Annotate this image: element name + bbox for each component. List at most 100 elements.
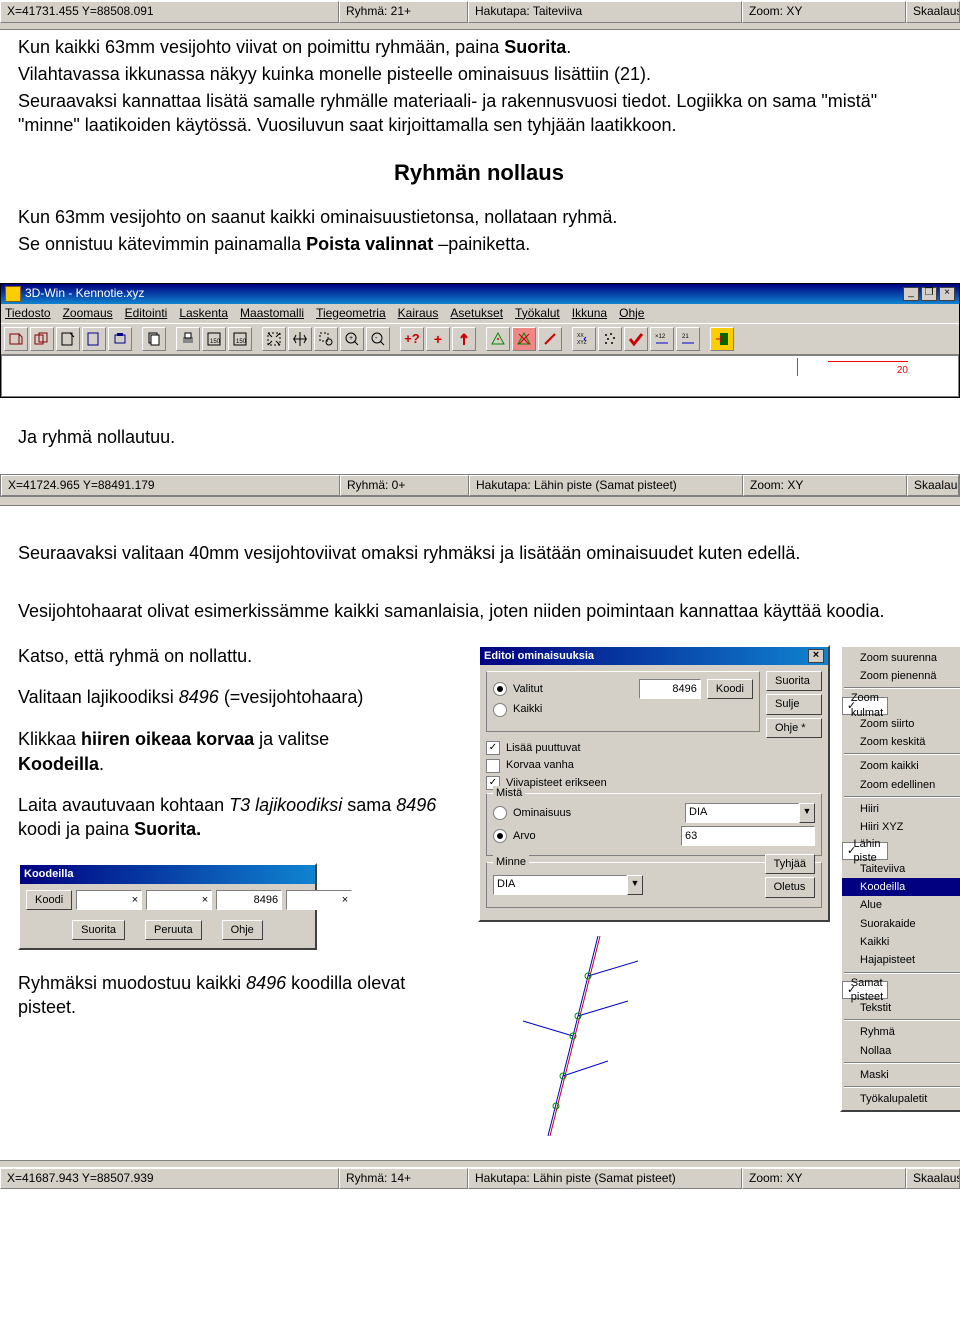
- tool-zoomin[interactable]: +: [340, 327, 364, 351]
- menu-zoomaus[interactable]: Zoomaus: [63, 306, 113, 322]
- menu-tiegeometria[interactable]: Tiegeometria: [316, 306, 386, 322]
- menu-item[interactable]: Lähin piste: [842, 842, 888, 860]
- ohje-button[interactable]: Ohje *: [766, 718, 822, 738]
- tool-pan[interactable]: [288, 327, 312, 351]
- menu-tiedosto[interactable]: Tiedosto: [5, 306, 51, 322]
- menu-item[interactable]: Koodeilla: [842, 878, 960, 896]
- tool-zoomwin[interactable]: [314, 327, 338, 351]
- suorita-button[interactable]: Suorita: [766, 671, 822, 691]
- canvas-area[interactable]: 20: [1, 355, 959, 397]
- para-5: Se onnistuu kätevimmin painamalla Poista…: [18, 233, 940, 256]
- menu-editointi[interactable]: Editointi: [125, 306, 168, 322]
- tool-1[interactable]: [4, 327, 28, 351]
- tool-21[interactable]: 21: [676, 327, 700, 351]
- dlg-close-icon[interactable]: ×: [808, 649, 824, 663]
- menu-item[interactable]: Zoom edellinen: [842, 776, 960, 794]
- menu-item[interactable]: Hajapisteet: [842, 951, 960, 969]
- menu-item[interactable]: Hiiri: [842, 800, 960, 818]
- menu-item[interactable]: Suorakaide: [842, 915, 960, 933]
- menu-item[interactable]: Zoom suurenna: [842, 649, 960, 667]
- heading-ryhman-nollaus: Ryhmän nollaus: [18, 159, 940, 188]
- tool-triangle-x[interactable]: [512, 327, 536, 351]
- window-3dwin: 3D-Win - Kennotie.xyz _ ❐ × Tiedosto Zoo…: [0, 283, 960, 399]
- maximize-button[interactable]: ❐: [921, 287, 937, 301]
- minne-combo[interactable]: DIA: [493, 875, 627, 895]
- oletus-button[interactable]: Oletus: [765, 877, 815, 897]
- menu-laskenta[interactable]: Laskenta: [179, 306, 228, 322]
- tool-plus[interactable]: +: [426, 327, 450, 351]
- sulje-button[interactable]: Sulje: [766, 694, 822, 714]
- tool-plusq[interactable]: +?: [400, 327, 424, 351]
- minimize-button[interactable]: _: [903, 287, 919, 301]
- tool-copy[interactable]: [142, 327, 166, 351]
- radio-ominaisuus[interactable]: [493, 806, 507, 820]
- status-zoom-3: Zoom: XY: [742, 1168, 906, 1190]
- tyhjaa-button[interactable]: Tyhjää: [765, 854, 815, 874]
- koodi-label-button[interactable]: Koodi: [26, 890, 72, 910]
- koodi-field-4[interactable]: [286, 890, 352, 910]
- menu-item[interactable]: Zoom keskitä: [842, 733, 960, 751]
- status-haku: Hakutapa: Taiteviiva: [468, 1, 742, 23]
- tool-arrow-red[interactable]: [452, 327, 476, 351]
- status-bar-2: X=41724.965 Y=88491.179 Ryhmä: 0+ Hakuta…: [0, 474, 960, 498]
- tool-2[interactable]: [30, 327, 54, 351]
- tool-3[interactable]: [56, 327, 80, 351]
- koodeilla-peruuta-button[interactable]: Peruuta: [145, 920, 202, 940]
- arvo-field[interactable]: [681, 826, 815, 846]
- koodi-field-1[interactable]: [76, 890, 142, 910]
- valitut-count-field[interactable]: [639, 679, 701, 699]
- tool-exit[interactable]: [710, 327, 734, 351]
- menu-item[interactable]: Ryhmä: [842, 1023, 960, 1041]
- tool-check-red[interactable]: [624, 327, 648, 351]
- koodi-button[interactable]: Koodi: [707, 679, 753, 699]
- close-button[interactable]: ×: [939, 287, 955, 301]
- menu-item[interactable]: Tekstit: [842, 999, 960, 1017]
- radio-arvo[interactable]: [493, 829, 507, 843]
- menu-item[interactable]: Zoom kaikki: [842, 757, 960, 775]
- menu-item[interactable]: Alue: [842, 896, 960, 914]
- tool-x12[interactable]: ×12: [650, 327, 674, 351]
- tool-4[interactable]: [82, 327, 106, 351]
- tool-xyz[interactable]: XXXYZ: [572, 327, 596, 351]
- status-xy: X=41731.455 Y=88508.091: [0, 1, 339, 23]
- koodeilla-suorita-button[interactable]: Suorita: [72, 920, 125, 940]
- menu-maastomalli[interactable]: Maastomalli: [240, 306, 304, 322]
- menu-item[interactable]: Samat pisteet: [842, 981, 888, 999]
- koodi-field-3[interactable]: [216, 890, 282, 910]
- chk-lisaa-puuttuvat[interactable]: [486, 741, 500, 755]
- tool-zoomout[interactable]: -: [366, 327, 390, 351]
- koodeilla-ohje-button[interactable]: Ohje: [222, 920, 263, 940]
- tool-triangle[interactable]: [486, 327, 510, 351]
- tool-fit[interactable]: [262, 327, 286, 351]
- menu-item[interactable]: Kaikki: [842, 933, 960, 951]
- status-haku-2: Hakutapa: Lähin piste (Samat pisteet): [469, 475, 743, 497]
- tool-print[interactable]: [176, 327, 200, 351]
- chevron-down-icon-2[interactable]: ▼: [627, 875, 643, 895]
- status-haku-3: Hakutapa: Lähin piste (Samat pisteet): [468, 1168, 742, 1190]
- tool-grid2[interactable]: 150: [228, 327, 252, 351]
- menu-item[interactable]: Zoom siirto: [842, 715, 960, 733]
- menu-tyokalut[interactable]: Työkalut: [515, 306, 560, 322]
- menu-item[interactable]: Nollaa: [842, 1042, 960, 1060]
- menu-item[interactable]: Zoom pienennä: [842, 667, 960, 685]
- tool-5[interactable]: [108, 327, 132, 351]
- menu-item[interactable]: Maski: [842, 1066, 960, 1084]
- menu-ikkuna[interactable]: Ikkuna: [572, 306, 607, 322]
- chevron-down-icon[interactable]: ▼: [799, 803, 815, 823]
- menu-kairaus[interactable]: Kairaus: [398, 306, 439, 322]
- mista-combo[interactable]: DIA: [685, 803, 799, 823]
- tool-scatter[interactable]: [598, 327, 622, 351]
- tool-grid1[interactable]: 150: [202, 327, 226, 351]
- menu-item[interactable]: Hiiri XYZ: [842, 818, 960, 836]
- menu-ohje[interactable]: Ohje: [619, 306, 644, 322]
- radio-valitut[interactable]: [493, 682, 507, 696]
- chk-korvaa-vanha[interactable]: [486, 759, 500, 773]
- svg-text:150: 150: [236, 339, 247, 345]
- menu-item[interactable]: Työkalupaletit: [842, 1090, 960, 1108]
- menu-asetukset[interactable]: Asetukset: [450, 306, 503, 322]
- tool-slash[interactable]: [538, 327, 562, 351]
- radio-kaikki[interactable]: [493, 703, 507, 717]
- menu-item[interactable]: Zoom kulmat: [842, 697, 888, 715]
- koodi-field-2[interactable]: [146, 890, 212, 910]
- menu-item[interactable]: Taiteviiva: [842, 860, 960, 878]
